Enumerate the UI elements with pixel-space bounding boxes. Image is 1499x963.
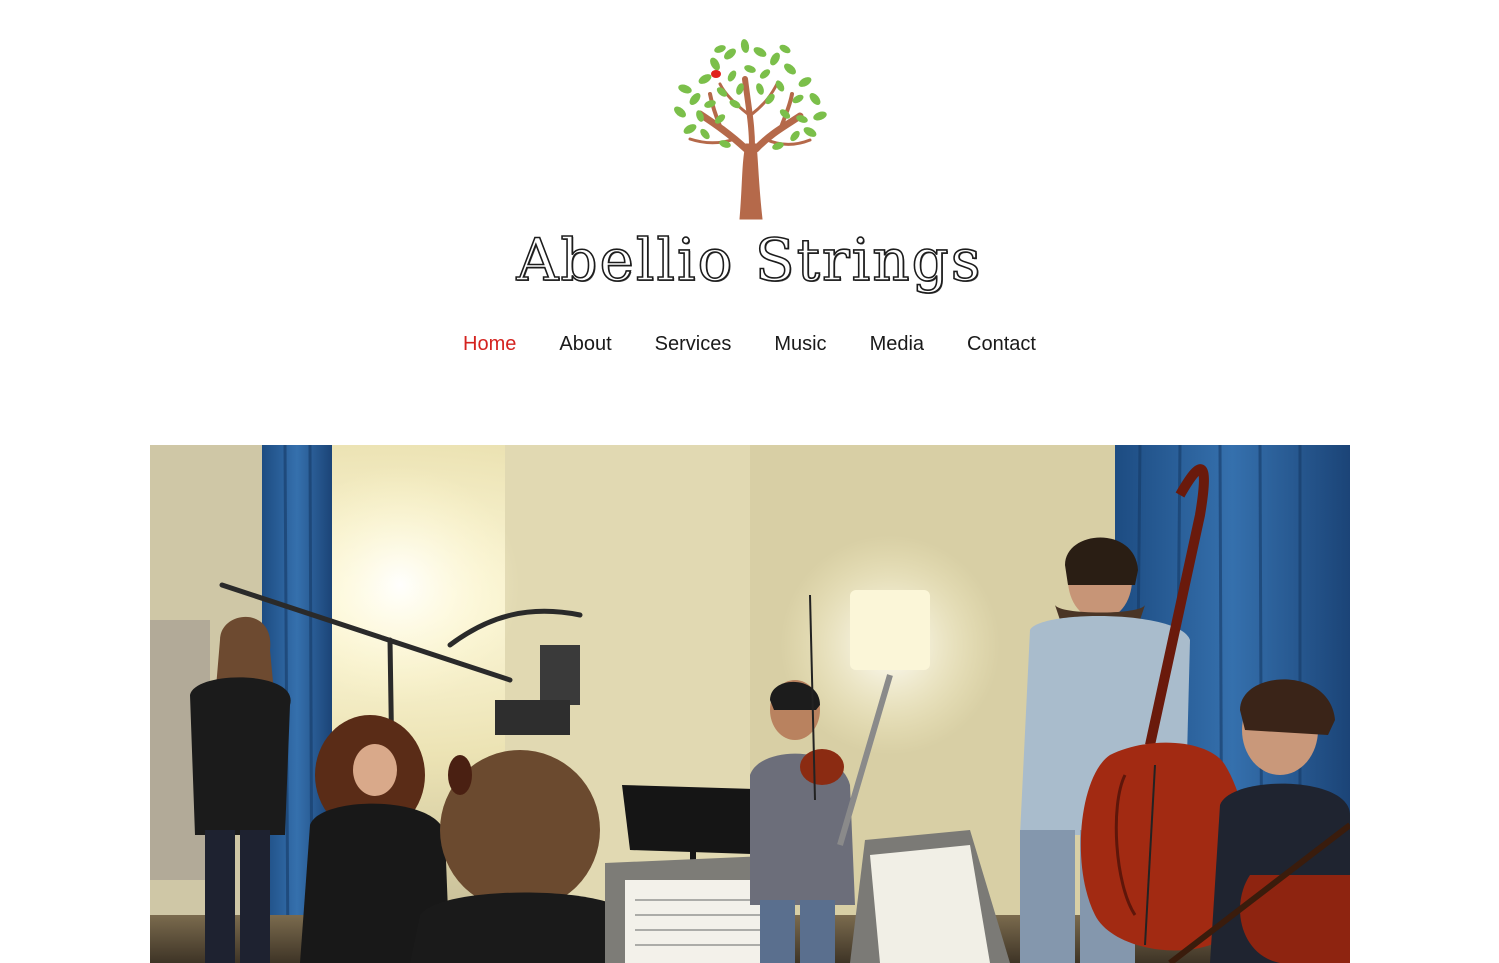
main-nav: Home About Services Music Media Contact — [0, 333, 1499, 356]
hero-image — [150, 445, 1350, 963]
nav-about[interactable]: About — [559, 333, 611, 356]
nav-music[interactable]: Music — [774, 333, 826, 356]
nav-services[interactable]: Services — [655, 333, 732, 356]
nav-contact[interactable]: Contact — [967, 333, 1036, 356]
logo-tree-icon — [674, 39, 827, 220]
nav-media[interactable]: Media — [870, 333, 924, 356]
nav-home[interactable]: Home — [463, 333, 516, 356]
bird-icon — [711, 70, 721, 78]
site-logo-text[interactable]: Abellio Strings — [0, 220, 1499, 300]
rehearsal-photo-icon — [150, 445, 1350, 963]
